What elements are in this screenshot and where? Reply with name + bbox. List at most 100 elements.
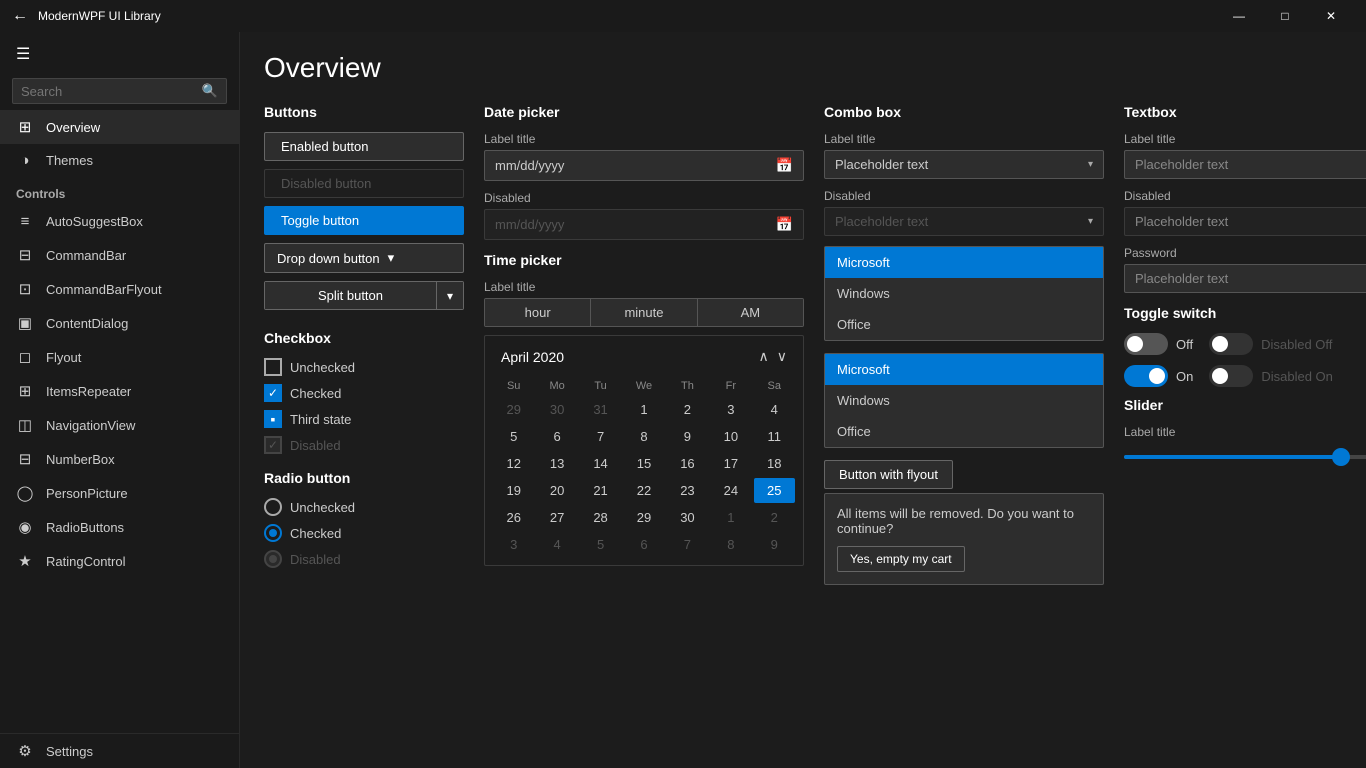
sidebar-item-themes[interactable]: ◑ Themes (0, 144, 239, 177)
cal-day[interactable]: 7 (667, 532, 708, 557)
hamburger-menu-icon[interactable]: ☰ (0, 36, 239, 72)
cal-day[interactable]: 6 (623, 532, 664, 557)
datepicker-title: Date picker (484, 104, 804, 120)
cal-day[interactable]: 20 (536, 478, 577, 503)
cal-day[interactable]: 24 (710, 478, 751, 503)
cal-day[interactable]: 18 (754, 451, 795, 476)
sidebar-item-navigationview[interactable]: ◫ NavigationView (0, 408, 239, 442)
enabled-button[interactable]: Enabled button (264, 132, 464, 161)
cal-day[interactable]: 28 (580, 505, 621, 530)
cal-day[interactable]: 23 (667, 478, 708, 503)
sidebar-item-ratingcontrol[interactable]: ★ RatingControl (0, 544, 239, 578)
cal-day[interactable]: 27 (536, 505, 577, 530)
combobox-input[interactable]: Placeholder text ▾ (824, 150, 1104, 179)
slider-track[interactable] (1124, 455, 1366, 459)
cal-day[interactable]: 12 (493, 451, 534, 476)
minimize-button[interactable]: — (1216, 0, 1262, 32)
cal-day[interactable]: 6 (536, 424, 577, 449)
cal-day[interactable]: 30 (536, 397, 577, 422)
cal-day[interactable]: 9 (754, 532, 795, 557)
cal-day[interactable]: 19 (493, 478, 534, 503)
combo-item-windows[interactable]: Windows (825, 278, 1103, 309)
cal-day[interactable]: 31 (580, 397, 621, 422)
flyout-button[interactable]: Button with flyout (824, 460, 953, 489)
cal-day[interactable]: 2 (667, 397, 708, 422)
combo-item-office[interactable]: Office (825, 309, 1103, 340)
password-input[interactable] (1124, 264, 1366, 293)
cal-day[interactable]: 29 (623, 505, 664, 530)
cal-day[interactable]: 10 (710, 424, 751, 449)
cal-day[interactable]: 21 (580, 478, 621, 503)
toggle-off-switch[interactable] (1124, 333, 1168, 355)
cal-day[interactable]: 26 (493, 505, 534, 530)
cal-day[interactable]: 9 (667, 424, 708, 449)
back-button[interactable]: ← (12, 7, 28, 25)
sidebar-item-numberbox[interactable]: ⊟ NumberBox (0, 442, 239, 476)
cal-day[interactable]: 29 (493, 397, 534, 422)
cal-day[interactable]: 5 (580, 532, 621, 557)
combo-item-microsoft[interactable]: Microsoft (825, 247, 1103, 278)
ampm-input[interactable]: AM (698, 299, 803, 326)
cal-day[interactable]: 13 (536, 451, 577, 476)
sidebar-item-flyout[interactable]: ◻ Flyout (0, 340, 239, 374)
close-button[interactable]: ✕ (1308, 0, 1354, 32)
sidebar-item-commandbarflyout[interactable]: ⊡ CommandBarFlyout (0, 272, 239, 306)
cal-day[interactable]: 1 (623, 397, 664, 422)
search-input[interactable] (21, 84, 202, 99)
dropdown-button[interactable]: Drop down button ▾ (264, 243, 464, 273)
cal-day[interactable]: 16 (667, 451, 708, 476)
cal-day[interactable]: 15 (623, 451, 664, 476)
datepicker-input[interactable]: mm/dd/yyyy 📅 (484, 150, 804, 181)
sidebar-label: NumberBox (46, 452, 115, 467)
radio-unchecked[interactable]: Unchecked (264, 498, 464, 516)
cal-day[interactable]: 8 (710, 532, 751, 557)
toggle-on-switch[interactable] (1124, 365, 1168, 387)
cal-day[interactable]: 3 (493, 532, 534, 557)
cal-day[interactable]: 3 (710, 397, 751, 422)
cal-day[interactable]: 17 (710, 451, 751, 476)
textbox-input[interactable] (1124, 150, 1366, 179)
combobox-disabled-arrow-icon: ▾ (1088, 216, 1093, 227)
flyout-combo-item-microsoft[interactable]: Microsoft (825, 354, 1103, 385)
sidebar-item-settings[interactable]: ⚙ Settings (0, 734, 239, 768)
checkbox-checked[interactable]: Checked (264, 384, 464, 402)
cal-day[interactable]: 14 (580, 451, 621, 476)
flyout-combo-item-office[interactable]: Office (825, 416, 1103, 447)
hour-input[interactable]: hour (485, 299, 591, 326)
sidebar-item-personpicture[interactable]: ◯ PersonPicture (0, 476, 239, 510)
cal-day[interactable]: 7 (580, 424, 621, 449)
checkbox-third[interactable]: Third state (264, 410, 464, 428)
cal-day[interactable]: 8 (623, 424, 664, 449)
sidebar-item-commandbar[interactable]: ⊟ CommandBar (0, 238, 239, 272)
datepicker-label: Label title (484, 132, 804, 146)
search-box[interactable]: 🔍 (12, 78, 227, 104)
cal-day[interactable]: 30 (667, 505, 708, 530)
cal-day[interactable]: 1 (710, 505, 751, 530)
toggle-button[interactable]: Toggle button (264, 206, 464, 235)
split-button-arrow[interactable]: ▾ (437, 282, 463, 309)
calendar-prev-button[interactable]: ∧ (759, 348, 769, 365)
cal-day[interactable]: 5 (493, 424, 534, 449)
calendar-next-button[interactable]: ∨ (777, 348, 787, 365)
checkbox-unchecked[interactable]: Unchecked (264, 358, 464, 376)
sidebar-item-autosuggest[interactable]: ≡ AutoSuggestBox (0, 205, 239, 238)
maximize-button[interactable]: □ (1262, 0, 1308, 32)
cal-day[interactable]: 2 (754, 505, 795, 530)
sidebar-item-contentdialog[interactable]: ▣ ContentDialog (0, 306, 239, 340)
sidebar-item-radiobuttons[interactable]: ◉ RadioButtons (0, 510, 239, 544)
cal-day[interactable]: 4 (754, 397, 795, 422)
split-button-main[interactable]: Split button (265, 282, 437, 309)
slider-thumb[interactable] (1332, 448, 1350, 466)
minute-input[interactable]: minute (591, 299, 697, 326)
toggle-off-label: Off (1176, 337, 1193, 352)
search-icon: 🔍 (202, 83, 218, 99)
sidebar-item-itemsrepeater[interactable]: ⊞ ItemsRepeater (0, 374, 239, 408)
flyout-action-button[interactable]: Yes, empty my cart (837, 546, 965, 572)
cal-day[interactable]: 22 (623, 478, 664, 503)
flyout-combo-item-windows[interactable]: Windows (825, 385, 1103, 416)
cal-day[interactable]: 11 (754, 424, 795, 449)
cal-day[interactable]: 4 (536, 532, 577, 557)
sidebar-item-overview[interactable]: ⊞ Overview (0, 110, 239, 144)
radio-checked[interactable]: Checked (264, 524, 464, 542)
cal-day-selected[interactable]: 25 (754, 478, 795, 503)
